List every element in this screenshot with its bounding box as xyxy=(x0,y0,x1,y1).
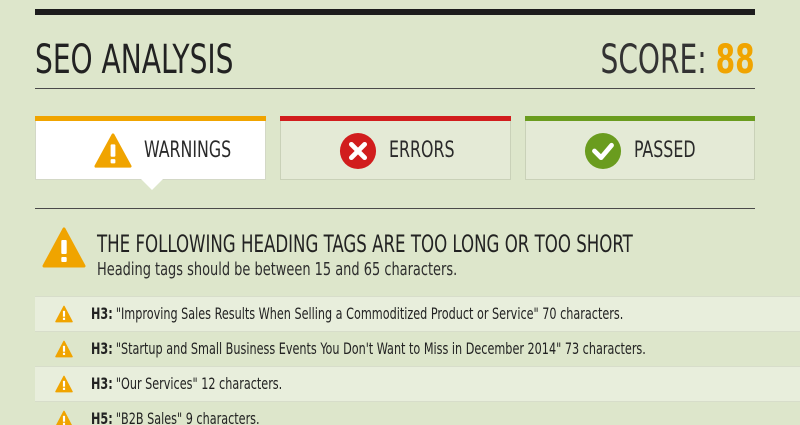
list-item-text: H3: "Improving Sales Results When Selling… xyxy=(91,304,623,324)
tab-accent-bar xyxy=(525,116,755,121)
list-item-text: H5: "B2B Sales" 9 characters. xyxy=(91,409,260,425)
page-title: SEO ANALYSIS xyxy=(35,37,234,83)
section-title: THE FOLLOWING HEADING TAGS ARE TOO LONG … xyxy=(97,230,633,258)
tab-warnings[interactable]: WARNINGS xyxy=(35,116,266,190)
tab-errors[interactable]: ERRORS xyxy=(280,116,511,180)
warning-icon xyxy=(56,410,72,425)
divider xyxy=(35,208,755,209)
heading-detail: "Improving Sales Results When Selling a … xyxy=(115,304,624,323)
warning-icon xyxy=(55,305,73,323)
warning-icon xyxy=(94,133,132,168)
active-tab-caret xyxy=(141,179,163,190)
list-item: H3: "Improving Sales Results When Selling… xyxy=(35,296,800,331)
section-subtitle: Heading tags should be between 15 and 65… xyxy=(97,259,458,280)
header: SEO ANALYSIS SCORE: 88 xyxy=(35,36,755,84)
heading-detail: "Startup and Small Business Events You D… xyxy=(115,339,646,358)
warning-icon xyxy=(42,227,86,268)
score: SCORE: 88 xyxy=(601,36,755,84)
heading-tag: H3: xyxy=(91,374,113,393)
list-item: H3: "Startup and Small Business Events Yo… xyxy=(35,331,800,366)
heading-tag: H3: xyxy=(91,304,113,323)
result-tabs: WARNINGS ERRORS PASSED xyxy=(35,116,755,190)
seo-analysis-panel: SEO ANALYSIS SCORE: 88 WARNINGS ERRORS P… xyxy=(0,0,800,425)
heading-detail: "B2B Sales" 9 characters. xyxy=(115,409,260,425)
score-label: SCORE: xyxy=(600,37,708,83)
warning-icon xyxy=(55,340,73,358)
heading-issue-list: H3: "Improving Sales Results When Selling… xyxy=(35,296,800,425)
tab-accent-bar xyxy=(280,116,511,121)
divider xyxy=(35,88,755,89)
tab-label: WARNINGS xyxy=(144,138,232,163)
top-bar xyxy=(35,9,755,15)
list-item-text: H3: "Our Services" 12 characters. xyxy=(91,374,282,394)
heading-tag: H5: xyxy=(91,409,113,425)
list-item-text: H3: "Startup and Small Business Events Yo… xyxy=(91,339,646,359)
tab-label: PASSED xyxy=(634,138,696,163)
error-icon xyxy=(339,132,377,170)
list-item: H5: "B2B Sales" 9 characters. xyxy=(35,401,800,425)
warning-icon xyxy=(55,375,73,393)
tab-label: ERRORS xyxy=(389,138,455,163)
heading-tag: H3: xyxy=(91,339,113,358)
tab-accent-bar xyxy=(35,116,266,121)
check-icon xyxy=(584,132,622,170)
heading-detail: "Our Services" 12 characters. xyxy=(115,374,283,393)
list-item: H3: "Our Services" 12 characters. xyxy=(35,366,800,401)
score-value: 88 xyxy=(715,37,755,83)
tab-passed[interactable]: PASSED xyxy=(525,116,755,180)
